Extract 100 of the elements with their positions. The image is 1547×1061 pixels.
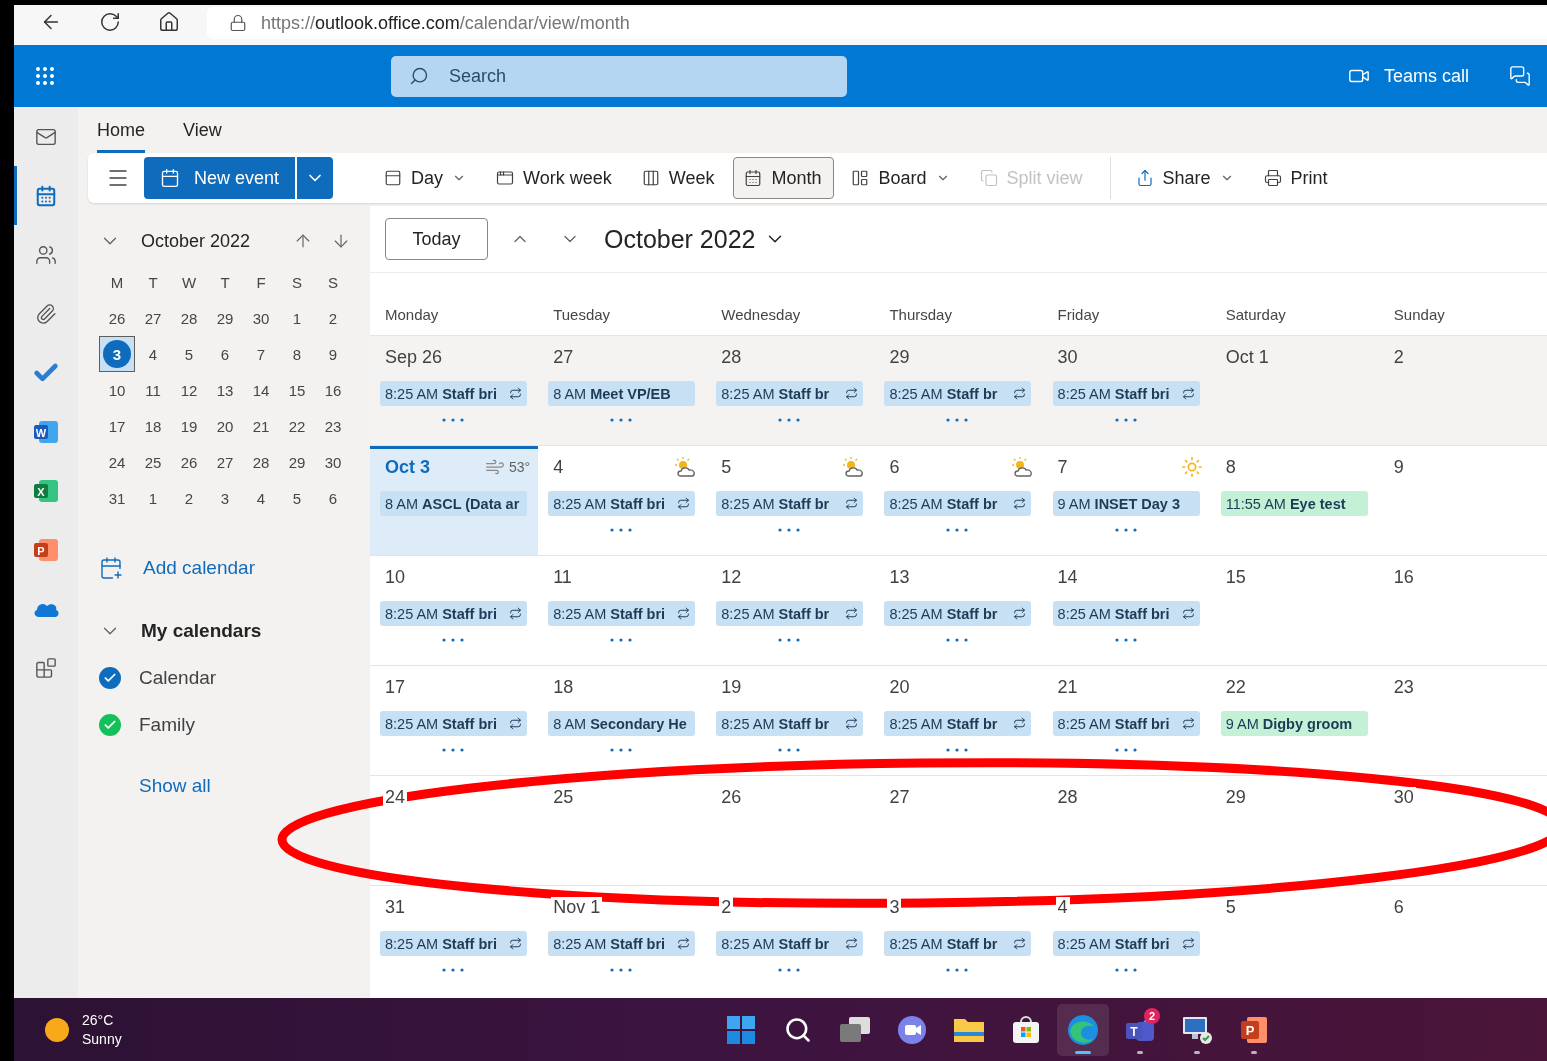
mini-calendar-day[interactable]: 1 bbox=[279, 300, 315, 336]
mini-calendar-day[interactable]: 18 bbox=[135, 408, 171, 444]
mini-calendar-day[interactable]: 15 bbox=[279, 372, 315, 408]
day-cell[interactable]: 4 8:25 AM Staff bri bbox=[538, 446, 707, 555]
mini-calendar-day[interactable]: 20 bbox=[207, 408, 243, 444]
more-icon[interactable] bbox=[442, 748, 464, 752]
day-cell[interactable]: 6 8:25 AM Staff br bbox=[874, 446, 1043, 555]
toolbar-button[interactable]: Print bbox=[1252, 157, 1341, 199]
more-icon[interactable] bbox=[778, 418, 801, 422]
browser-button[interactable] bbox=[1057, 1003, 1109, 1056]
more-icon[interactable] bbox=[1114, 748, 1137, 752]
day-cell[interactable]: 25 bbox=[538, 776, 707, 885]
event-chip[interactable]: 8:25 AM Staff br bbox=[716, 931, 864, 956]
mini-calendar-day[interactable]: 7 bbox=[243, 336, 279, 372]
day-cell[interactable]: Sep 26 8:25 AM Staff bri bbox=[370, 336, 539, 445]
search-field[interactable]: Search bbox=[391, 55, 847, 97]
day-cell[interactable]: Oct 3 53° 8 AM ASCL (Data ar bbox=[370, 446, 539, 555]
mini-calendar-day[interactable]: 27 bbox=[207, 444, 243, 480]
day-cell[interactable]: 23 bbox=[1378, 666, 1547, 775]
day-cell[interactable]: 29 8:25 AM Staff br bbox=[874, 336, 1043, 445]
event-chip[interactable]: 8:25 AM Staff br bbox=[884, 711, 1032, 736]
day-cell[interactable]: 30 8:25 AM Staff bri bbox=[1042, 336, 1211, 445]
more-icon[interactable] bbox=[1114, 418, 1137, 422]
more-icon[interactable] bbox=[778, 528, 801, 532]
mini-calendar-day[interactable]: 9 bbox=[315, 336, 351, 372]
day-cell[interactable]: 6 bbox=[1378, 886, 1547, 995]
mini-calendar-day[interactable]: 6 bbox=[315, 480, 351, 516]
new-event-dropdown[interactable] bbox=[297, 157, 334, 199]
rail-item[interactable]: X bbox=[14, 461, 78, 520]
mini-calendar-day[interactable]: 4 bbox=[243, 480, 279, 516]
event-chip[interactable]: 8:25 AM Staff br bbox=[716, 381, 864, 406]
day-cell[interactable]: 24 bbox=[370, 776, 539, 885]
new-event-button[interactable]: New event bbox=[144, 157, 296, 199]
mini-calendar-day[interactable]: 24 bbox=[99, 444, 135, 480]
mini-calendar-day[interactable]: 26 bbox=[171, 444, 207, 480]
view-button[interactable]: Board bbox=[840, 157, 963, 199]
more-icon[interactable] bbox=[1114, 968, 1137, 972]
more-icon[interactable] bbox=[442, 418, 464, 422]
add-calendar-link[interactable]: Add calendar bbox=[99, 554, 370, 582]
day-cell[interactable]: 5 bbox=[1210, 886, 1379, 995]
mini-calendar-day[interactable]: 10 bbox=[99, 372, 135, 408]
address-bar[interactable]: https://outlook.office.com/calendar/view/month bbox=[207, 7, 1547, 39]
day-cell[interactable]: Oct 1 bbox=[1210, 336, 1379, 445]
more-icon[interactable] bbox=[610, 528, 633, 532]
month-picker[interactable]: October 2022 bbox=[604, 224, 786, 254]
more-icon[interactable] bbox=[442, 638, 464, 642]
calendar-checkbox[interactable] bbox=[99, 667, 121, 689]
mini-calendar-day[interactable]: 26 bbox=[99, 300, 135, 336]
teams-button[interactable]: T 2 bbox=[1114, 1003, 1166, 1056]
more-icon[interactable] bbox=[1114, 528, 1137, 532]
mini-calendar-day[interactable]: 27 bbox=[135, 300, 171, 336]
mini-calendar-day[interactable]: 1 bbox=[135, 480, 171, 516]
day-cell[interactable]: 27 bbox=[874, 776, 1043, 885]
event-chip[interactable]: 8 AM Meet VP/EB bbox=[548, 381, 696, 406]
view-button[interactable]: Work week bbox=[485, 157, 625, 199]
mini-calendar-day[interactable]: 2 bbox=[171, 480, 207, 516]
mini-calendar-day[interactable]: 29 bbox=[279, 444, 315, 480]
more-icon[interactable] bbox=[610, 418, 633, 422]
mini-calendar-day[interactable]: 31 bbox=[99, 480, 135, 516]
mini-calendar-day[interactable]: 17 bbox=[99, 408, 135, 444]
mini-calendar-day[interactable]: 11 bbox=[135, 372, 171, 408]
more-icon[interactable] bbox=[946, 748, 969, 752]
mini-calendar-day[interactable]: 3 bbox=[99, 336, 135, 372]
event-chip[interactable]: 8:25 AM Staff br bbox=[884, 931, 1032, 956]
view-button[interactable]: Week bbox=[630, 157, 728, 199]
day-cell[interactable]: 7 9 AM INSET Day 3 bbox=[1042, 446, 1211, 555]
day-cell[interactable]: 27 8 AM Meet VP/EB bbox=[538, 336, 707, 445]
mini-calendar-day[interactable]: 12 bbox=[171, 372, 207, 408]
event-chip[interactable]: 8:25 AM Staff bri bbox=[380, 711, 527, 736]
more-icon[interactable] bbox=[1114, 638, 1137, 642]
day-cell[interactable]: 26 bbox=[706, 776, 875, 885]
day-cell[interactable]: 14 8:25 AM Staff bri bbox=[1042, 556, 1211, 665]
event-chip[interactable]: 8:25 AM Staff br bbox=[716, 491, 864, 516]
event-chip[interactable]: 8:25 AM Staff br bbox=[716, 711, 864, 736]
event-chip[interactable]: 8:25 AM Staff bri bbox=[380, 381, 527, 406]
event-chip[interactable]: 8:25 AM Staff bri bbox=[1052, 711, 1200, 736]
event-chip[interactable]: 8:25 AM Staff bri bbox=[1052, 601, 1200, 626]
mini-calendar-day[interactable]: 29 bbox=[207, 300, 243, 336]
day-cell[interactable]: 11 8:25 AM Staff bri bbox=[538, 556, 707, 665]
toolbar-button[interactable]: Share bbox=[1124, 157, 1247, 199]
more-icon[interactable] bbox=[946, 638, 969, 642]
mini-calendar-day[interactable]: 5 bbox=[279, 480, 315, 516]
mini-calendar-day[interactable]: 22 bbox=[279, 408, 315, 444]
day-cell[interactable]: 20 8:25 AM Staff br bbox=[874, 666, 1043, 775]
more-icon[interactable] bbox=[946, 528, 969, 532]
more-icon[interactable] bbox=[610, 748, 633, 752]
calendar-checkbox[interactable] bbox=[99, 714, 121, 736]
event-chip[interactable]: 8 AM ASCL (Data ar bbox=[380, 491, 527, 516]
mini-calendar-day[interactable]: 30 bbox=[315, 444, 351, 480]
calendar-group-header[interactable]: My calendars bbox=[99, 617, 370, 645]
day-cell[interactable]: 3 8:25 AM Staff br bbox=[874, 886, 1043, 995]
mini-calendar-day[interactable]: 25 bbox=[135, 444, 171, 480]
day-cell[interactable]: 21 8:25 AM Staff bri bbox=[1042, 666, 1211, 775]
more-icon[interactable] bbox=[778, 638, 801, 642]
event-chip[interactable]: 8:25 AM Staff bri bbox=[548, 931, 696, 956]
event-chip[interactable]: 9 AM Digby groom bbox=[1220, 711, 1368, 736]
mini-calendar-day[interactable]: 16 bbox=[315, 372, 351, 408]
event-chip[interactable]: 8:25 AM Staff bri bbox=[1052, 381, 1200, 406]
day-cell[interactable]: 22 9 AM Digby groom bbox=[1210, 666, 1379, 775]
day-cell[interactable]: 30 bbox=[1378, 776, 1547, 885]
